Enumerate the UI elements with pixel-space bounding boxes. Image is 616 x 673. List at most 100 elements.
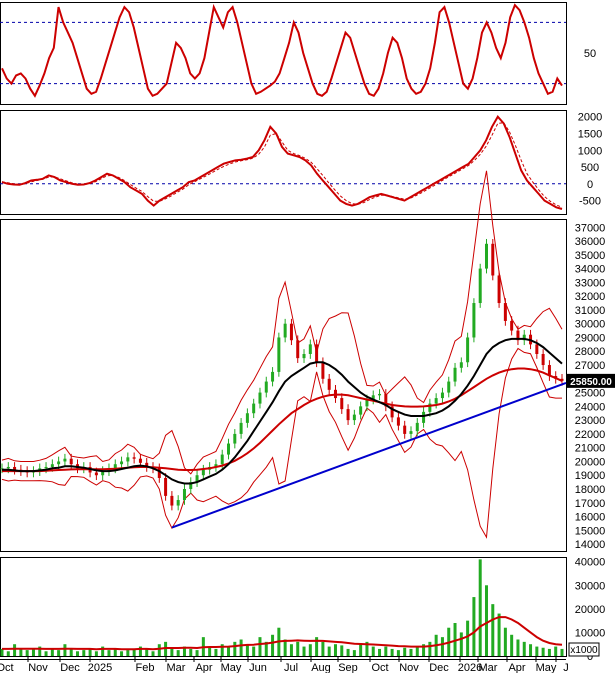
volume-bar: [516, 639, 520, 656]
volume-bar: [428, 641, 432, 656]
price-candle-body: [182, 489, 186, 501]
price-candle-body: [6, 466, 10, 469]
price-candle-body: [296, 340, 300, 359]
price-candle-body: [277, 337, 281, 372]
volume-bar: [189, 648, 193, 656]
price-candle-body: [50, 464, 54, 467]
price-candle-body: [176, 500, 180, 506]
volume-bar: [289, 644, 293, 656]
volume-bar: [390, 648, 394, 656]
price-candle-body: [327, 378, 331, 390]
volume-bar: [57, 650, 61, 656]
price-candle-body: [403, 425, 407, 434]
price-candle-body: [378, 393, 382, 396]
price-tick-label: 28000: [575, 346, 606, 358]
volume-bar: [491, 604, 495, 656]
volume-bar: [0, 648, 4, 656]
month-label: Nov: [28, 662, 48, 673]
price-candle-body: [138, 458, 142, 463]
month-label: 2025: [88, 662, 112, 673]
month-label: Feb: [136, 662, 155, 673]
price-candle-body: [453, 367, 457, 382]
volume-bar: [371, 646, 375, 656]
volume-bar: [503, 627, 507, 656]
volume-bar: [478, 559, 482, 656]
volume-bar: [346, 648, 350, 656]
price-candle-body: [472, 303, 476, 338]
macd-tick-label: 2000: [578, 112, 602, 124]
macd-tick-label: 500: [581, 162, 599, 174]
month-label: Apr: [195, 662, 212, 673]
month-label: Apr: [508, 662, 525, 673]
volume-bar: [352, 650, 356, 656]
volume-bar: [547, 648, 551, 656]
month-label: J: [563, 662, 569, 673]
price-tick-label: 33000: [575, 277, 606, 289]
price-candle-body: [352, 414, 356, 421]
price-tick-label: 15000: [575, 525, 606, 537]
price-candle-body: [541, 354, 545, 366]
volume-bar: [472, 597, 476, 656]
price-candle-body: [239, 422, 243, 434]
price-candle-body: [69, 458, 73, 465]
price-candle-body: [346, 409, 350, 421]
price-candle-body: [245, 413, 249, 423]
month-label: Oct: [0, 662, 14, 673]
volume-tick-label: 30000: [575, 580, 606, 592]
price-candle-body: [94, 472, 98, 476]
volume-bar: [151, 651, 155, 656]
price-candle-body: [120, 461, 124, 465]
volume-bar: [82, 650, 86, 656]
price-candle-body: [321, 362, 325, 379]
price-tick-label: 24000: [575, 401, 606, 413]
macd-tick-label: 1500: [578, 128, 602, 140]
volume-bar: [384, 646, 388, 656]
last-price-label: 25850.00: [570, 377, 612, 388]
volume-bar: [31, 648, 35, 656]
price-candle-body: [459, 362, 463, 368]
volume-bar: [340, 645, 344, 656]
price-candle-body: [170, 495, 174, 506]
month-label: Jul: [284, 662, 298, 673]
month-label: May: [221, 662, 242, 673]
volume-bar: [19, 648, 23, 656]
price-tick-label: 18000: [575, 484, 606, 496]
price-tick-label: 23000: [575, 415, 606, 427]
volume-bar: [94, 651, 98, 656]
volume-bar: [176, 650, 180, 656]
price-candle-body: [264, 381, 268, 393]
price-tick-label: 25000: [575, 388, 606, 400]
price-tick-label: 29000: [575, 332, 606, 344]
price-tick-label: 20000: [575, 456, 606, 468]
volume-tick-label: 20000: [575, 604, 606, 616]
volume-bar: [113, 648, 117, 656]
price-tick-label: 30000: [575, 319, 606, 331]
volume-bar: [497, 613, 501, 656]
volume-bar: [396, 650, 400, 656]
last-price-badge: 25850.00: [567, 373, 615, 388]
volume-bar: [120, 651, 124, 656]
volume-bar: [69, 648, 73, 656]
volume-bar: [126, 650, 130, 656]
price-candle-body: [497, 275, 501, 304]
volume-bar: [302, 646, 306, 656]
volume-bar: [359, 644, 363, 656]
month-label: Sep: [338, 662, 358, 673]
volume-bar: [258, 637, 262, 656]
price-candle-body: [434, 398, 438, 404]
volume-bar: [50, 648, 54, 656]
volume-bar: [484, 585, 488, 656]
price-candle-body: [271, 371, 275, 382]
price-candle-body: [227, 443, 231, 455]
volume-bar: [6, 651, 10, 656]
volume-bar: [195, 650, 199, 656]
price-candle-body: [289, 323, 293, 341]
macd-tick-label: -500: [579, 196, 601, 208]
volume-bar: [510, 634, 514, 656]
month-label: Oct: [371, 662, 388, 673]
volume-tick-label: 10000: [575, 627, 606, 639]
macd-tick-label: 1000: [578, 145, 602, 157]
volume-bar: [157, 644, 161, 656]
volume-bar: [271, 634, 275, 656]
price-candle-body: [440, 392, 444, 399]
